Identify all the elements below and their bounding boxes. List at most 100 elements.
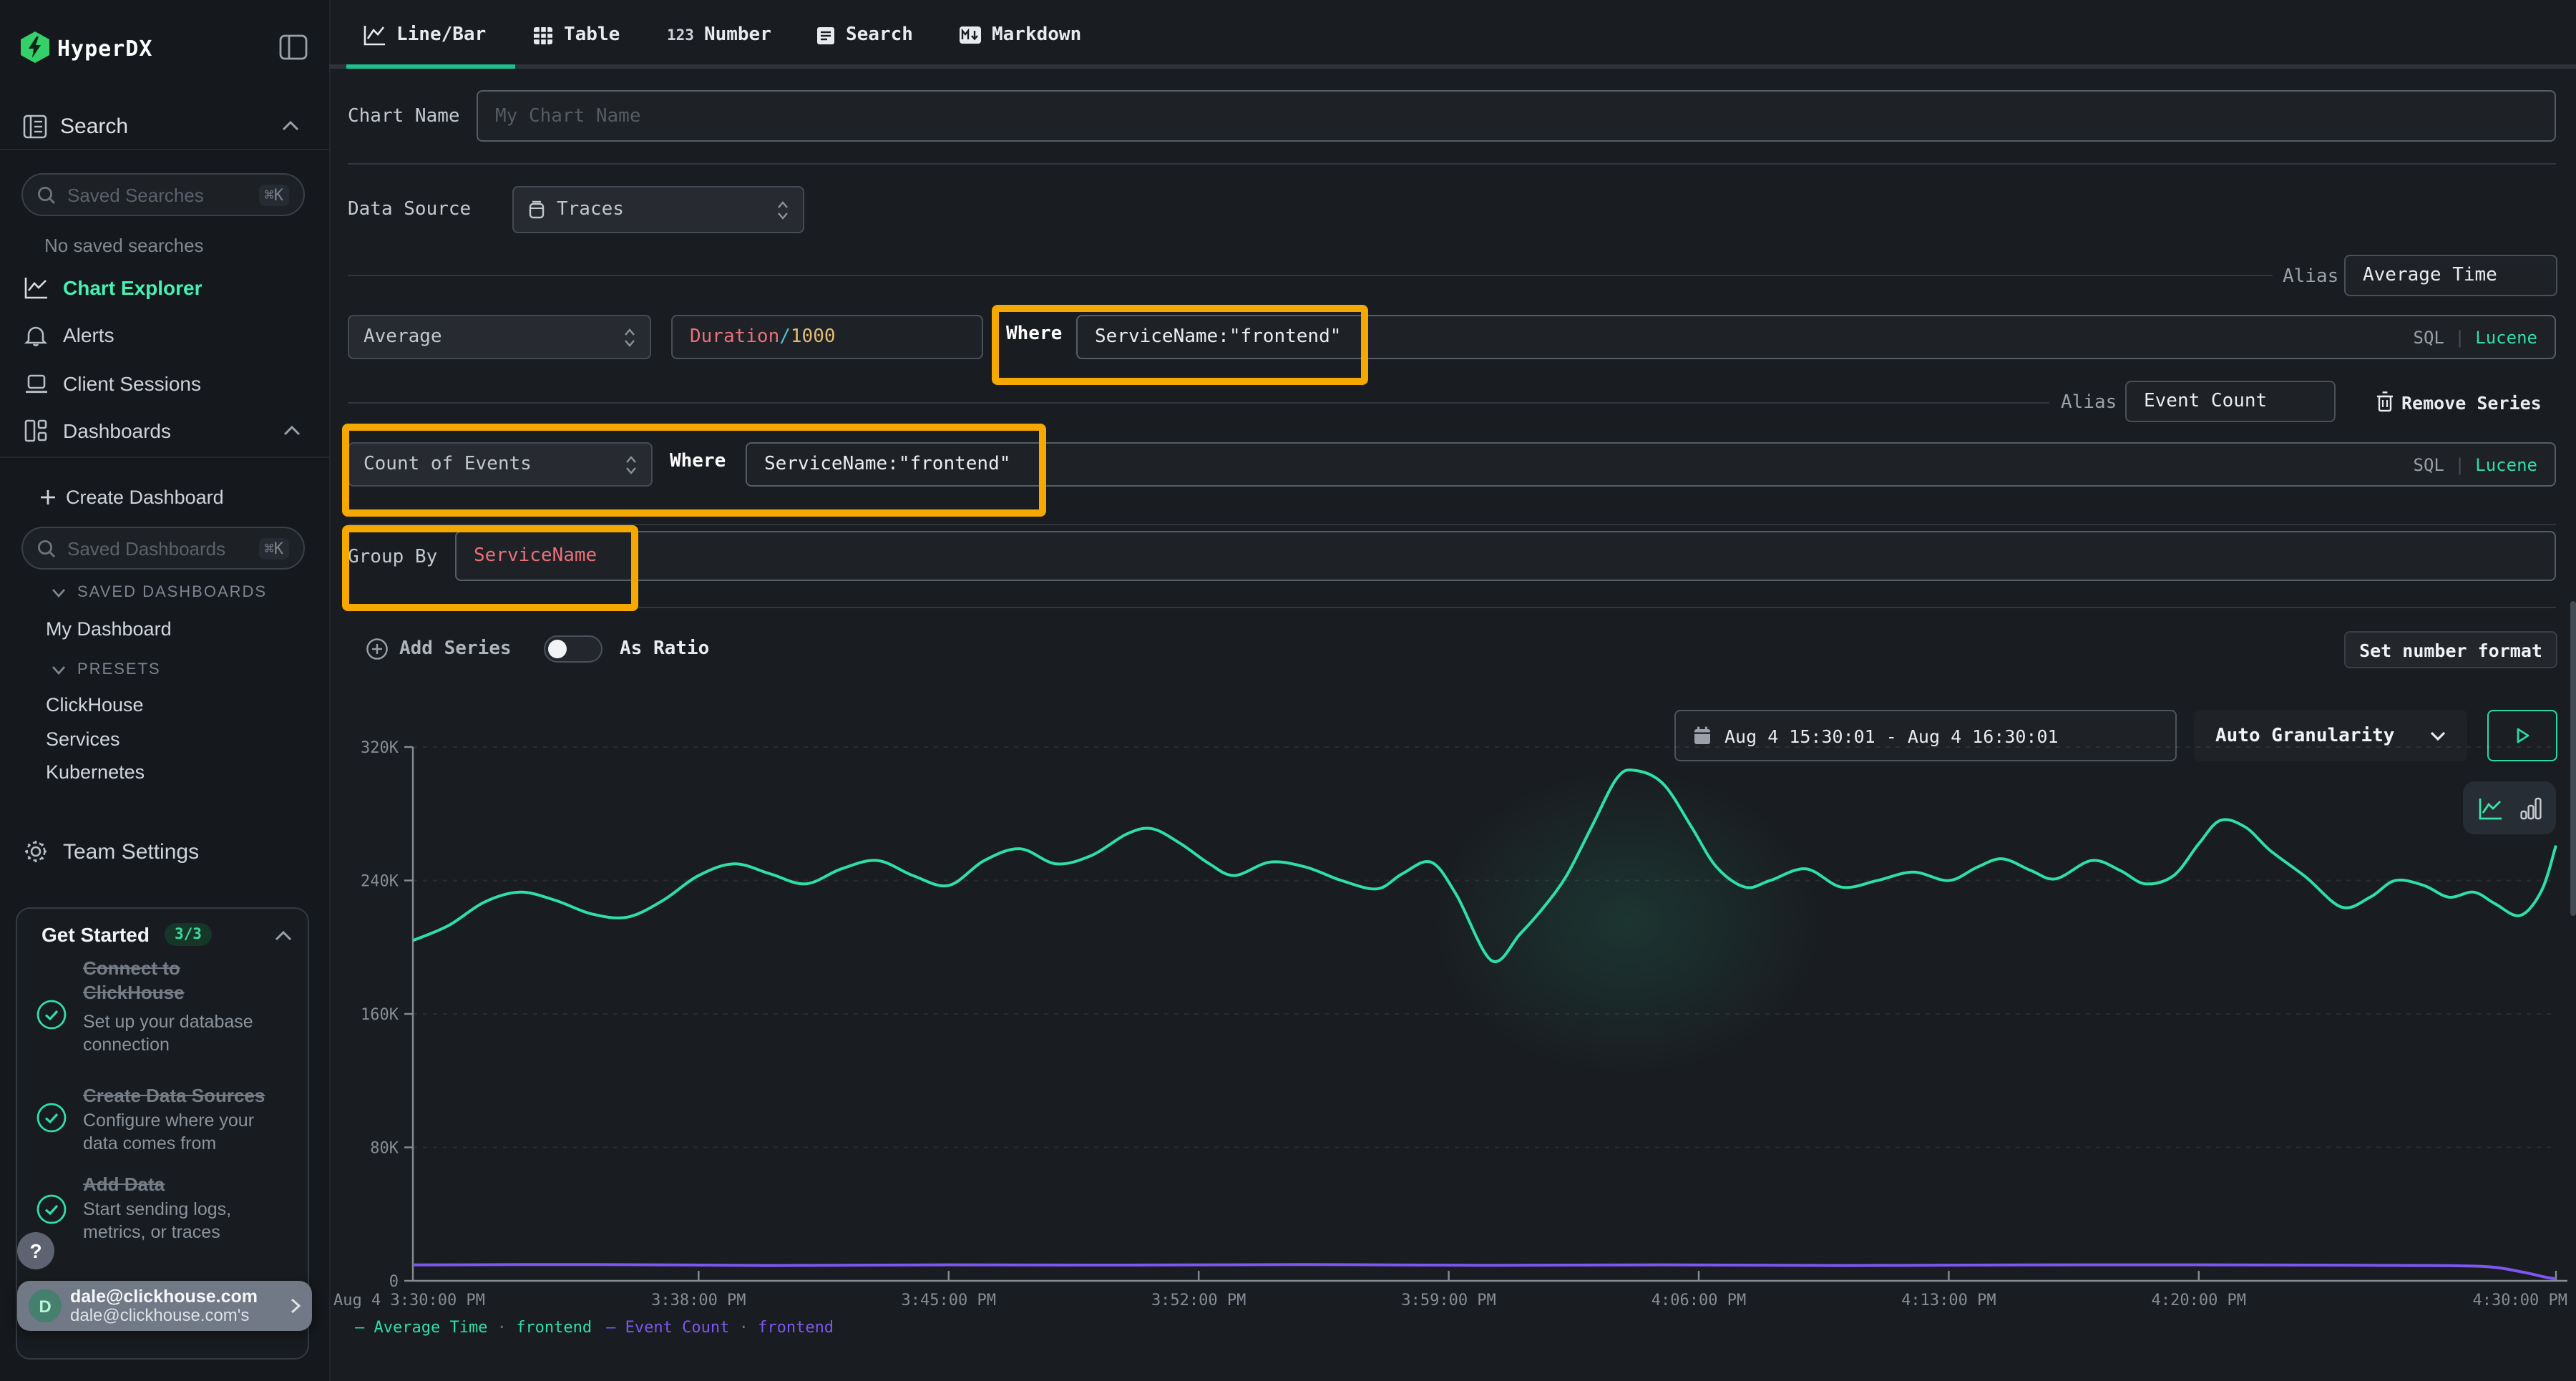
chevron-right-icon — [291, 1298, 301, 1314]
chevron-up-icon[interactable] — [275, 930, 292, 942]
svg-text:4:30:00 PM: 4:30:00 PM — [2473, 1292, 2567, 1309]
legend-item[interactable]: — Event Count · frontend — [606, 1318, 834, 1337]
sidebar-item-clickhouse[interactable]: ClickHouse — [46, 694, 144, 716]
set-number-format-button[interactable]: Set number format — [2344, 631, 2557, 668]
legend-item[interactable]: — Average Time · frontend — [355, 1318, 592, 1337]
database-icon — [528, 200, 545, 219]
series1-alias-input[interactable]: Average Time — [2344, 255, 2557, 296]
get-started-title: Get Started — [42, 923, 150, 946]
search-section-icon — [23, 114, 47, 139]
user-menu[interactable]: D dale@clickhouse.com dale@clickhouse.co… — [17, 1281, 312, 1331]
sidebar-item-kubernetes[interactable]: Kubernetes — [46, 761, 145, 783]
get-started-item-desc: Set up your database connection — [83, 1010, 253, 1056]
table-icon — [532, 25, 554, 45]
group-label: SAVED DASHBOARDS — [77, 584, 267, 601]
search-icon — [37, 539, 56, 557]
line-chart-toggle-icon[interactable] — [2478, 796, 2502, 819]
sidebar-item-label: Client Sessions — [63, 372, 201, 395]
sidebar-item-alerts[interactable]: Alerts — [0, 315, 329, 355]
shortcut-badge: ⌘K — [259, 537, 290, 559]
create-dashboard-button[interactable]: Create Dashboard — [0, 477, 329, 517]
sidebar-item-label: Alerts — [63, 323, 114, 346]
series1-where-label: Where — [1006, 323, 1062, 345]
svg-text:320K: 320K — [361, 739, 399, 757]
toggle-knob — [548, 640, 567, 658]
tab-markdown[interactable]: Markdown — [959, 24, 1081, 46]
sidebar-item-client-sessions[interactable]: Client Sessions — [0, 363, 329, 404]
presets-group-header[interactable]: PRESETS — [52, 661, 161, 678]
svg-text:4:13:00 PM: 4:13:00 PM — [1901, 1292, 1996, 1309]
sidebar-item-label: Chart Explorer — [63, 276, 203, 299]
tab-table[interactable]: Table — [532, 24, 620, 46]
data-source-select[interactable]: Traces — [512, 186, 804, 233]
group-by-input[interactable]: ServiceName — [455, 531, 2556, 581]
sidebar-item-services[interactable]: Services — [46, 728, 120, 750]
chart-type-toggle — [2463, 781, 2556, 834]
sidebar-item-dashboards[interactable]: Dashboards — [0, 411, 329, 451]
tabbar-underline — [329, 64, 2576, 69]
series1-where-input[interactable]: ServiceName:"frontend" SQL | Lucene — [1076, 315, 2556, 359]
select-chevrons-icon — [777, 200, 789, 220]
get-started-item-desc: Configure where your data comes from — [83, 1109, 254, 1155]
chevron-up-icon[interactable] — [282, 120, 299, 132]
svg-text:3:59:00 PM: 3:59:00 PM — [1401, 1292, 1496, 1309]
chart-name-placeholder: My Chart Name — [495, 105, 641, 127]
team-settings-label: Team Settings — [63, 839, 199, 864]
main-content: Line/Bar Table 123 Number Search — [329, 0, 2576, 1381]
series1-expression-value: Duration/1000 — [690, 326, 836, 348]
add-series-button[interactable]: Add Series — [399, 638, 512, 660]
series2-alias-input[interactable]: Event Count — [2125, 381, 2336, 422]
sql-mode-button[interactable]: SQL — [2414, 454, 2444, 474]
lucene-mode-button[interactable]: Lucene — [2475, 454, 2537, 474]
tab-line-bar[interactable]: Line/Bar — [364, 24, 486, 46]
saved-dashboards-group-header[interactable]: SAVED DASHBOARDS — [52, 584, 267, 601]
as-ratio-toggle[interactable] — [544, 635, 602, 663]
trash-icon[interactable] — [2376, 391, 2394, 412]
saved-dashboards-input[interactable]: Saved Dashboards ⌘K — [21, 527, 305, 570]
no-saved-searches-text: No saved searches — [44, 235, 204, 256]
bar-chart-toggle-icon[interactable] — [2519, 796, 2541, 819]
data-source-value: Traces — [557, 199, 777, 220]
series1-expression-input[interactable]: Duration/1000 — [671, 315, 983, 359]
avatar: D — [29, 1289, 62, 1322]
lucene-mode-button[interactable]: Lucene — [2475, 327, 2537, 347]
alias-label: Alias — [2061, 392, 2117, 414]
svg-text:160K: 160K — [361, 1006, 399, 1024]
sidebar: HyperDX Search Saved Searches ⌘K No save… — [0, 0, 331, 1381]
series2-where-input[interactable]: ServiceName:"frontend" SQL | Lucene — [746, 442, 2556, 487]
check-circle-icon — [36, 1194, 67, 1225]
chart-name-input[interactable]: My Chart Name — [477, 90, 2556, 142]
remove-series-button[interactable]: Remove Series — [2401, 392, 2542, 414]
tab-number[interactable]: 123 Number — [667, 24, 771, 46]
chevron-up-icon[interactable] — [283, 425, 301, 436]
saved-searches-input[interactable]: Saved Searches ⌘K — [21, 173, 305, 216]
dashboards-icon — [24, 419, 47, 442]
sidebar-item-chart-explorer[interactable]: Chart Explorer — [0, 268, 329, 308]
sidebar-item-my-dashboard[interactable]: My Dashboard — [46, 618, 172, 640]
create-dashboard-label: Create Dashboard — [66, 486, 224, 507]
sidebar-item-team-settings[interactable]: Team Settings — [0, 831, 329, 872]
scrollbar-thumb[interactable] — [2570, 601, 2575, 916]
add-circle-icon[interactable] — [366, 638, 388, 660]
app-title: HyperDX — [57, 36, 152, 62]
series2-aggregation-select[interactable]: Count of Events — [348, 442, 653, 487]
series1-aggregation-select[interactable]: Average — [348, 315, 651, 359]
svg-text:80K: 80K — [370, 1140, 399, 1158]
svg-text:4:06:00 PM: 4:06:00 PM — [1652, 1292, 1746, 1309]
user-subtext: dale@clickhouse.com's — [70, 1307, 291, 1325]
help-button[interactable]: ? — [17, 1232, 54, 1269]
svg-text:3:38:00 PM: 3:38:00 PM — [651, 1292, 746, 1309]
tab-search[interactable]: Search — [816, 24, 913, 46]
data-source-label: Data Source — [348, 199, 471, 220]
chart-line-icon — [24, 276, 49, 299]
group-label: PRESETS — [77, 661, 161, 678]
app-window: HyperDX Search Saved Searches ⌘K No save… — [0, 0, 2576, 1381]
laptop-icon — [24, 373, 49, 394]
sidebar-section-search[interactable]: Search — [60, 114, 128, 139]
sidebar-item-label: Dashboards — [63, 419, 171, 442]
time-series-chart[interactable]: 080K160K240K320KAug 4 3:30:00 PM3:38:00 … — [329, 701, 2576, 1360]
saved-dashboards-placeholder: Saved Dashboards — [67, 537, 248, 559]
sql-mode-button[interactable]: SQL — [2414, 327, 2444, 347]
saved-searches-placeholder: Saved Searches — [67, 184, 248, 205]
collapse-sidebar-icon[interactable] — [279, 34, 308, 60]
